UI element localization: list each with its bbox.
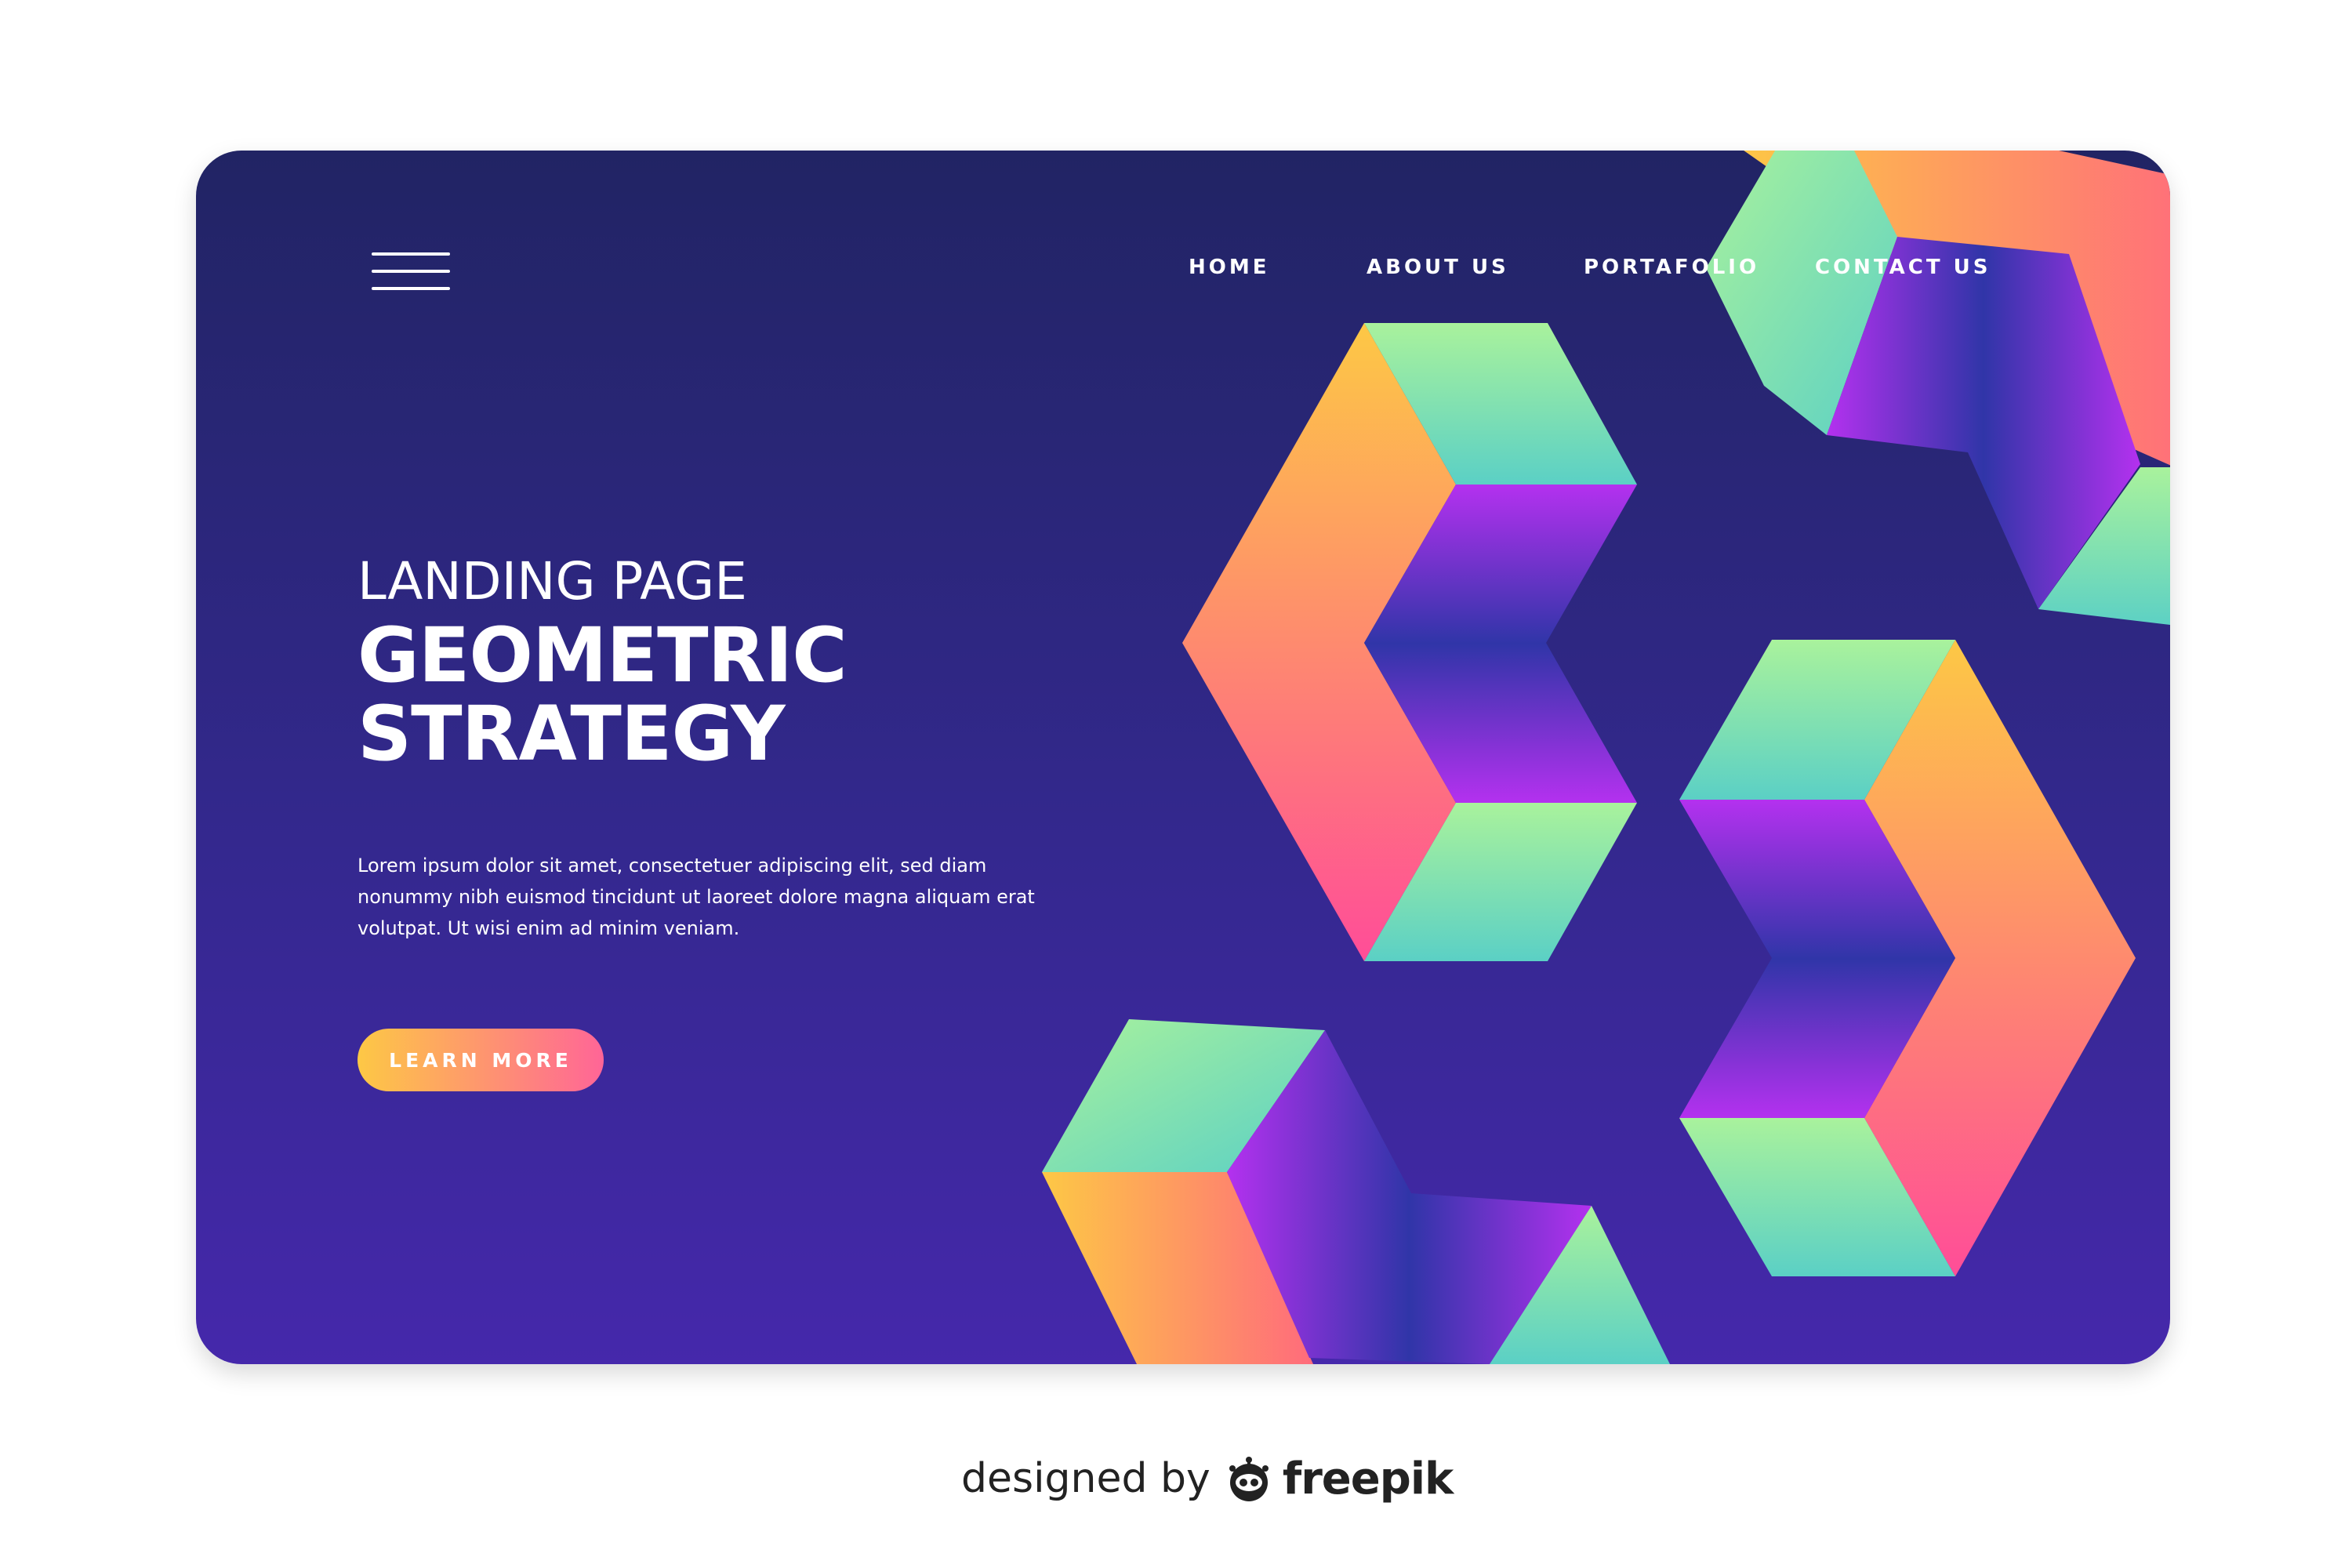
hero-kicker: LANDING PAGE [358,551,747,612]
top-right-cube-shape [1706,151,2170,625]
learn-more-button[interactable]: LEARN MORE [358,1029,604,1091]
hero-description: Lorem ipsum dolor sit amet, consectetuer… [358,855,1035,939]
nav-home[interactable]: HOME [1189,257,1270,278]
landing-card: HOME ABOUT US PORTAFOLIO CONTACT US LAND… [196,151,2170,1364]
right-chevron-shape [1679,640,2136,1276]
nav-contact-us[interactable]: CONTACT US [1815,257,1991,278]
nav-portfolio[interactable]: PORTAFOLIO [1584,257,1759,278]
freepik-logo-icon [1229,1457,1269,1501]
nav-about-us[interactable]: ABOUT US [1367,257,1509,278]
hero-title-line-2: STRATEGY [358,690,786,778]
menu-line [372,252,450,256]
hamburger-menu-icon[interactable] [372,251,450,292]
hero-title-line-1: GEOMETRIC [358,612,848,699]
credit-prefix: designed by [961,1455,1210,1502]
hero-title: GEOMETRIC STRATEGY [358,612,848,778]
menu-line [372,270,450,273]
menu-line [372,287,450,290]
designer-credit[interactable]: designed by freepik [961,1447,1454,1510]
freepik-brand: freepik [1282,1453,1454,1504]
bottom-cube-shape [1042,1019,1670,1364]
left-chevron-shape [1182,323,1637,961]
